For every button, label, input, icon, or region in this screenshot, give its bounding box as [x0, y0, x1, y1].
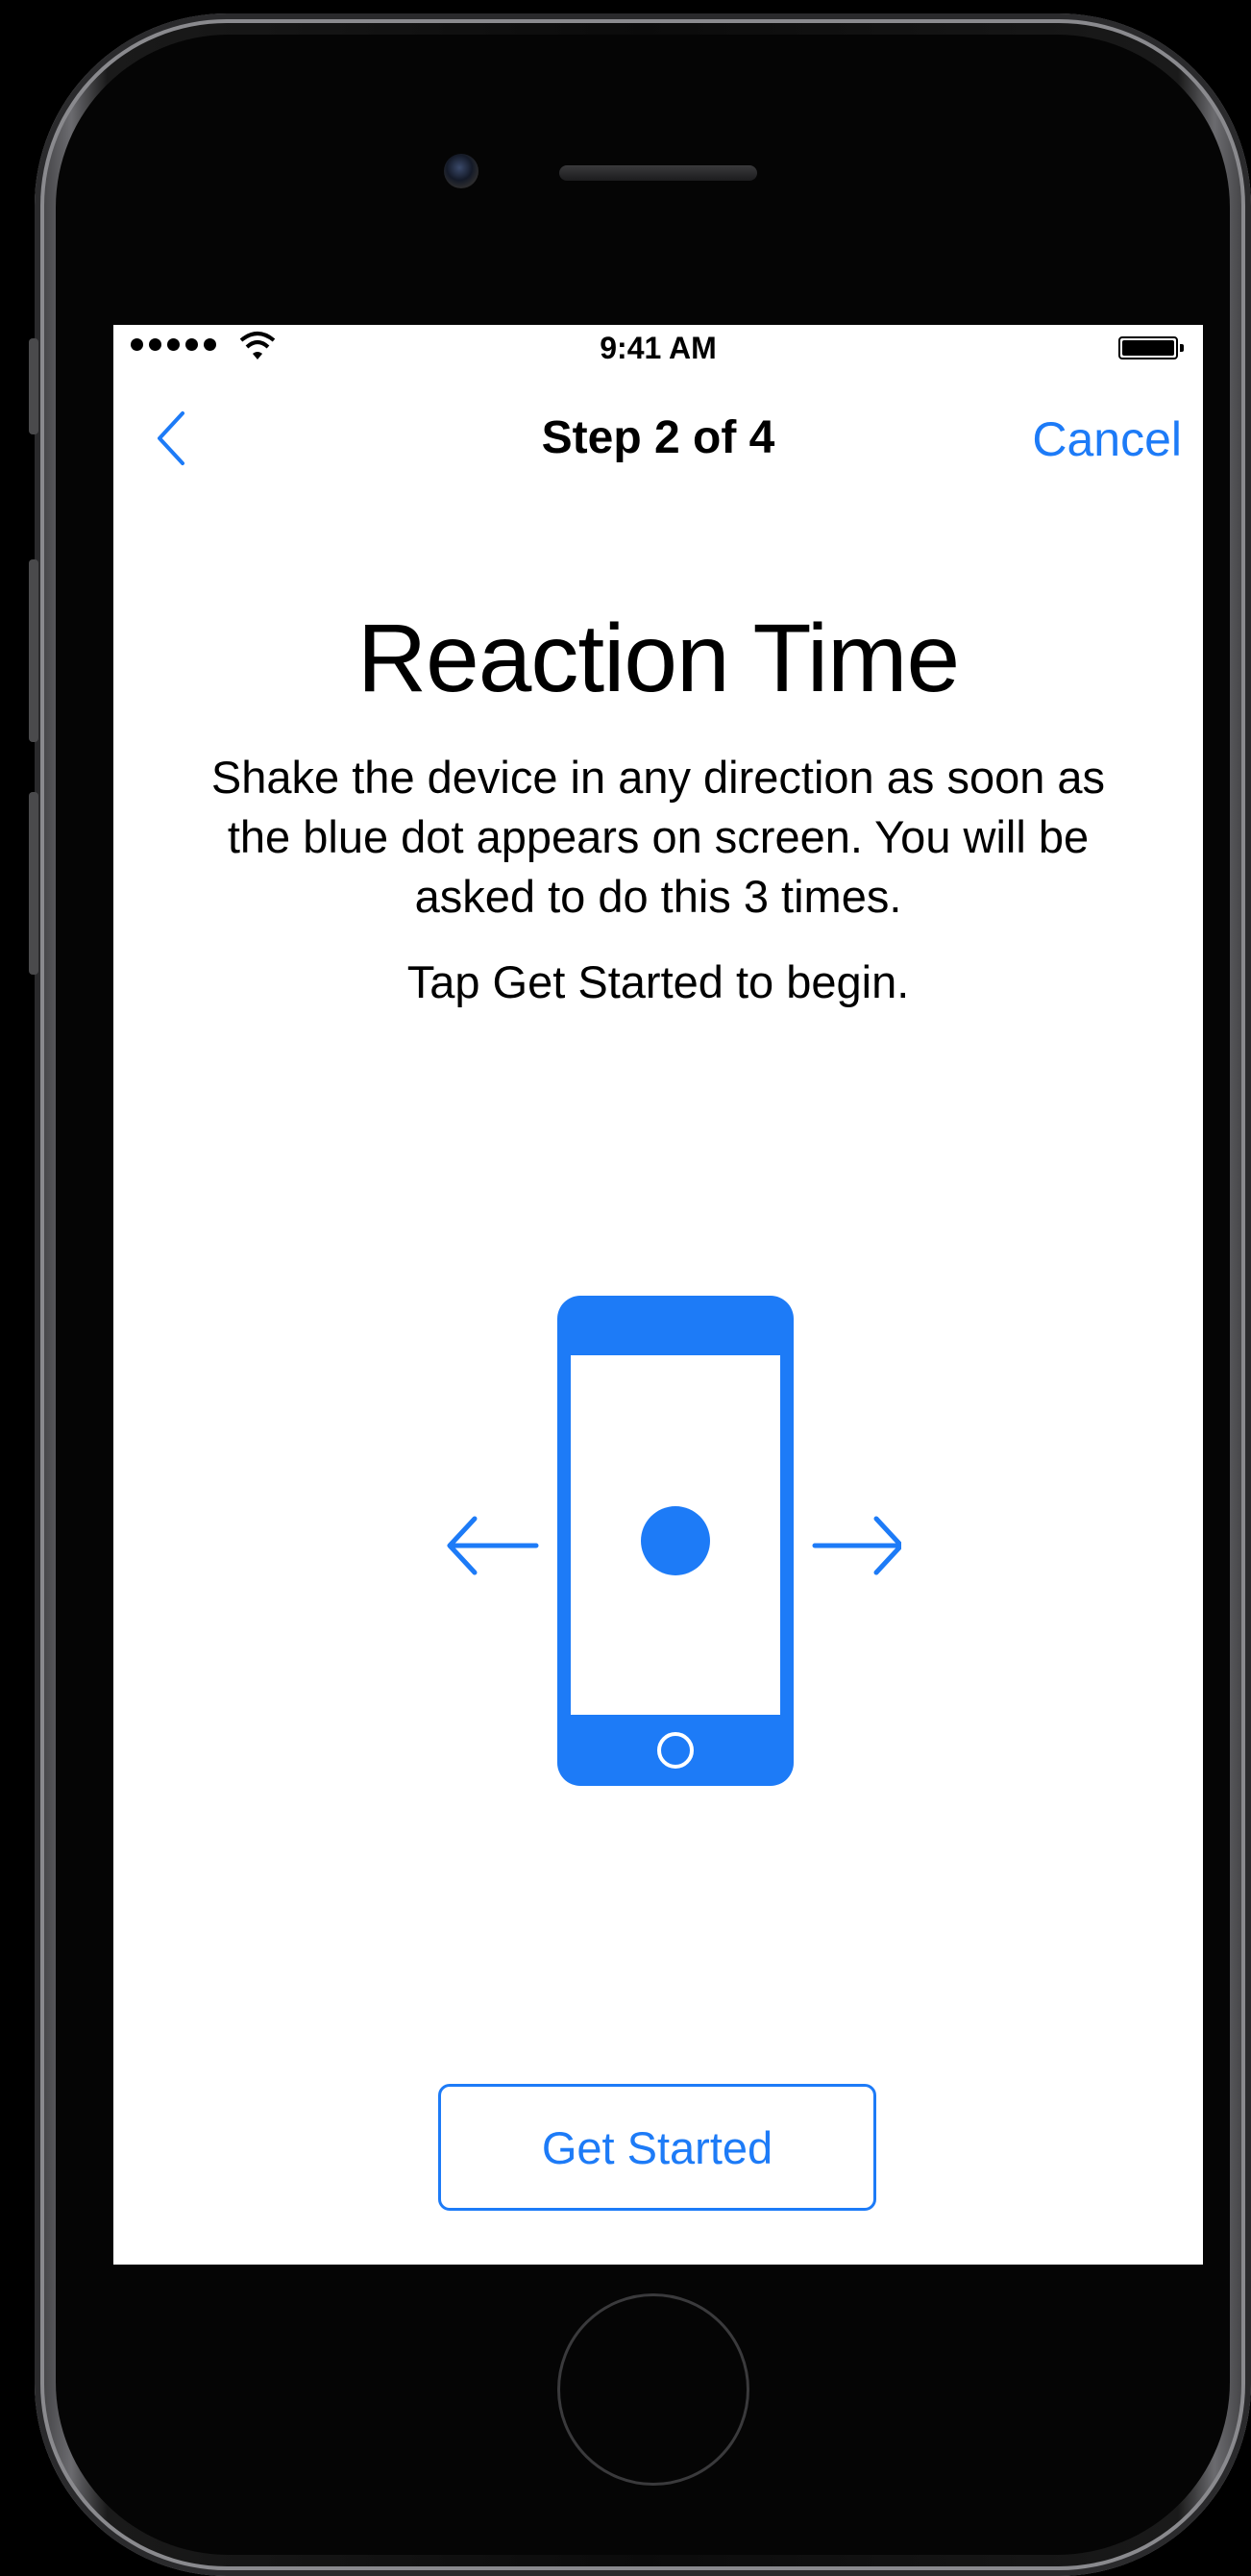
blue-dot — [641, 1506, 710, 1575]
battery-full-icon — [1118, 336, 1184, 359]
get-started-button[interactable]: Get Started — [438, 2084, 876, 2211]
home-button[interactable] — [557, 2293, 749, 2486]
front-camera-icon — [444, 154, 478, 188]
page-title: Reaction Time — [356, 605, 960, 712]
cancel-button[interactable]: Cancel — [1032, 411, 1182, 467]
volume-up-button — [29, 559, 38, 742]
prompt-text: Tap Get Started to begin. — [406, 956, 910, 1007]
status-bar: 9:41 AM — [113, 325, 1203, 377]
phone-screen: 9:41 AM Step 2 of 4 Cancel Reaction Time… — [113, 325, 1203, 2265]
shake-illustration — [447, 1296, 901, 1786]
mute-switch — [29, 338, 38, 434]
status-bar-time: 9:41 AM — [600, 331, 717, 365]
volume-down-button — [29, 792, 38, 975]
arrow-left-icon — [447, 1516, 539, 1575]
instructions-text: Shake the device in any direction as soo… — [210, 752, 1106, 922]
earpiece-speaker — [559, 165, 757, 181]
arrow-right-icon — [812, 1516, 901, 1575]
